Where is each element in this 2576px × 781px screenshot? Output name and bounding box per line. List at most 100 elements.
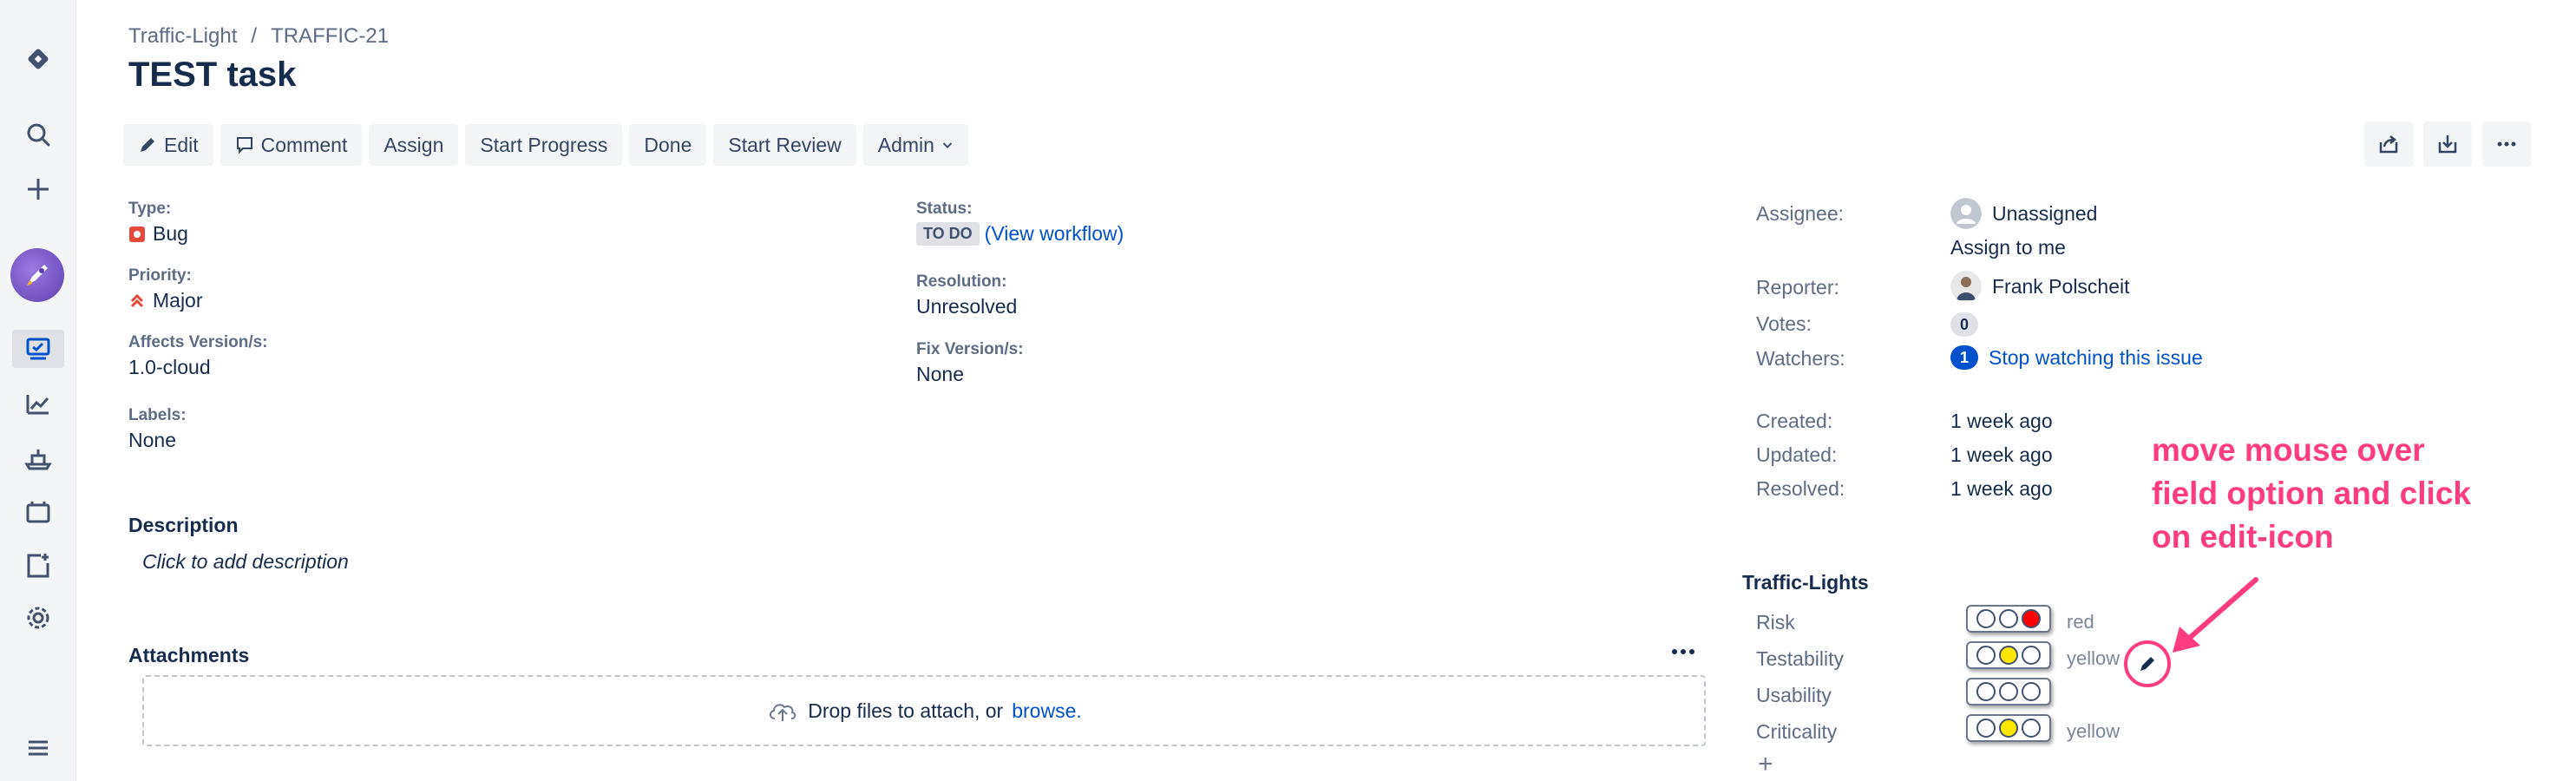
traffic-light-value-risk: red <box>2067 611 2094 633</box>
type-value[interactable]: Bug <box>128 222 188 246</box>
add-item-icon[interactable] <box>21 548 56 583</box>
priority-value-text: Major <box>153 289 203 312</box>
labels-field: Labels: None <box>128 406 187 452</box>
admin-dropdown-label: Admin <box>877 133 934 156</box>
view-workflow-link[interactable]: View workflow <box>991 222 1117 245</box>
annotation-callout: move mouse over field option and click o… <box>2152 429 2471 559</box>
edit-icon-button[interactable] <box>2124 640 2171 687</box>
resolution-value: Unresolved <box>916 295 1018 318</box>
menu-icon[interactable] <box>21 731 56 765</box>
assignee-label: Assignee: <box>1756 202 1845 225</box>
traffic-light-risk[interactable] <box>1966 605 2051 633</box>
components-icon[interactable] <box>21 495 56 529</box>
assign-to-me-link[interactable]: Assign to me <box>1950 236 2066 259</box>
traffic-light-bulb <box>2022 719 2041 738</box>
votes-badge: 0 <box>1950 312 1978 337</box>
more-icon <box>2497 141 2516 147</box>
attachment-dropzone[interactable]: Drop files to attach, or browse. <box>142 675 1706 746</box>
priority-major-icon <box>130 293 144 307</box>
start-progress-button[interactable]: Start Progress <box>465 124 623 166</box>
dropzone-text: Drop files to attach, or <box>808 699 1004 722</box>
cloud-upload-icon <box>770 704 796 721</box>
bug-icon <box>129 226 145 242</box>
traffic-light-bulb <box>1999 646 2018 665</box>
page-title[interactable]: TEST task <box>128 56 296 95</box>
resolved-value: 1 week ago <box>1950 477 2053 500</box>
issue-toolbar: Edit Comment Assign Start Progress Done … <box>123 124 968 166</box>
traffic-light-label-risk: Risk <box>1756 611 1795 633</box>
stop-watching-link[interactable]: Stop watching this issue <box>1989 346 2203 370</box>
assignee-value[interactable]: Unassigned <box>1950 198 2097 229</box>
traffic-light-bulb <box>1976 646 1996 665</box>
fix-version-value[interactable]: None <box>916 363 1024 386</box>
traffic-lights-heading: Traffic-Lights <box>1742 571 1869 594</box>
done-button[interactable]: Done <box>629 124 707 166</box>
traffic-light-usability[interactable] <box>1966 678 2051 706</box>
comment-button[interactable]: Comment <box>220 124 363 166</box>
description-placeholder[interactable]: Click to add description <box>142 550 349 574</box>
priority-value[interactable]: Major <box>128 289 203 312</box>
traffic-light-bulb <box>1976 682 1996 701</box>
settings-gear-icon[interactable] <box>21 601 56 635</box>
updated-label: Updated: <box>1756 443 1838 466</box>
assign-button[interactable]: Assign <box>369 124 459 166</box>
more-actions-button[interactable] <box>2482 121 2531 167</box>
traffic-light-criticality[interactable] <box>1966 714 2051 742</box>
pencil-icon <box>2140 657 2154 671</box>
start-review-button[interactable]: Start Review <box>713 124 856 166</box>
breadcrumb-project[interactable]: Traffic-Light <box>128 24 237 49</box>
affects-version-field: Affects Version/s: 1.0-cloud <box>128 333 268 379</box>
annotation-line-2: field option and click <box>2152 476 2471 511</box>
traffic-light-value-criticality: yellow <box>2067 720 2120 742</box>
watchers-value: 1 Stop watching this issue <box>1950 345 2203 370</box>
created-label: Created: <box>1756 410 1833 432</box>
admin-dropdown[interactable]: Admin <box>862 124 968 166</box>
create-plus-icon[interactable] <box>21 172 56 207</box>
affects-version-label: Affects Version/s: <box>128 333 268 351</box>
reporter-label: Reporter: <box>1756 276 1839 299</box>
traffic-light-bulb <box>1976 609 1996 628</box>
export-icon <box>2438 135 2457 154</box>
attachments-more-button[interactable] <box>1666 639 1701 665</box>
created-value: 1 week ago <box>1950 410 2053 432</box>
traffic-light-bulb <box>1976 719 1996 738</box>
affects-version-value[interactable]: 1.0-cloud <box>128 356 268 379</box>
breadcrumb: Traffic-Light / TRAFFIC-21 <box>128 24 389 49</box>
reporter-value[interactable]: Frank Polscheit <box>1950 271 2130 302</box>
export-button[interactable] <box>2423 121 2472 167</box>
labels-value[interactable]: None <box>128 429 187 452</box>
browse-link[interactable]: browse. <box>1012 699 1082 723</box>
traffic-light-label-usability: Usability <box>1756 684 1832 706</box>
traffic-light-testability[interactable] <box>1966 641 2051 669</box>
assignee-name: Unassigned <box>1992 201 2098 225</box>
votes-value[interactable]: 0 <box>1950 312 1978 337</box>
traffic-light-bulb <box>2022 646 2041 665</box>
reports-icon[interactable] <box>21 387 56 422</box>
comment-icon <box>236 137 252 154</box>
type-field: Type: Bug <box>128 200 188 246</box>
edit-button[interactable]: Edit <box>123 124 213 166</box>
watchers-badge[interactable]: 1 <box>1950 345 1978 370</box>
share-button[interactable] <box>2364 121 2413 167</box>
pencil-icon <box>141 138 154 152</box>
status-lozenge[interactable]: TO DO <box>916 222 980 246</box>
unassigned-avatar-icon <box>1950 198 1982 229</box>
add-traffic-light-button[interactable]: + <box>1758 750 1773 779</box>
global-sidebar <box>0 0 76 781</box>
search-icon[interactable] <box>21 117 56 152</box>
annotation-line-1: move mouse over <box>2152 432 2425 468</box>
status-label: Status: <box>916 200 973 218</box>
priority-label: Priority: <box>128 266 192 285</box>
releases-icon[interactable] <box>21 441 56 476</box>
project-avatar[interactable] <box>10 248 64 302</box>
description-heading: Description <box>128 514 239 536</box>
type-value-text: Bug <box>153 222 188 245</box>
board-icon[interactable] <box>21 331 56 366</box>
updated-value: 1 week ago <box>1950 443 2053 466</box>
traffic-light-bulb <box>2022 609 2041 628</box>
jira-logo-icon[interactable] <box>21 42 56 76</box>
edit-button-label: Edit <box>164 133 199 156</box>
breadcrumb-issue-key[interactable]: TRAFFIC-21 <box>271 24 389 49</box>
resolution-label: Resolution: <box>916 272 1007 291</box>
resolved-label: Resolved: <box>1756 477 1845 500</box>
